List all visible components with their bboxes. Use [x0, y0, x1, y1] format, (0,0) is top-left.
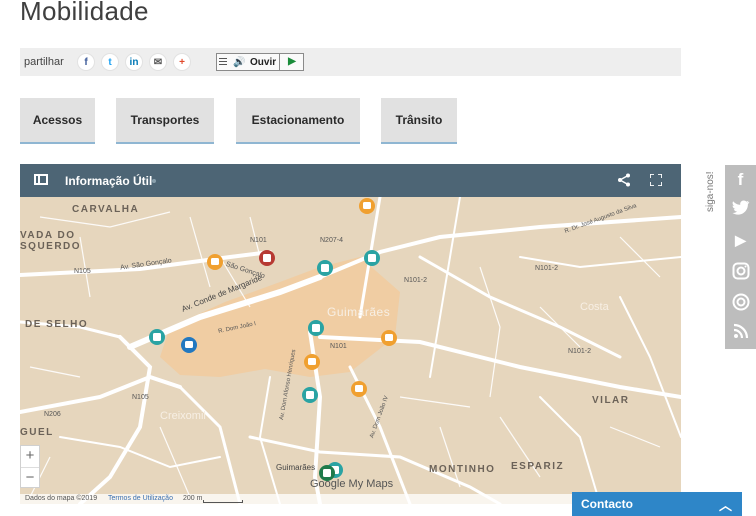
parking-pin[interactable] [259, 250, 275, 266]
road-label: N206 [44, 411, 61, 418]
place-label: MONTINHO [429, 464, 496, 475]
attribution-text: Dados do mapa ©2019 [25, 495, 98, 502]
tab-estacionamento[interactable]: Estacionamento [236, 98, 360, 144]
scale-bar [203, 500, 243, 503]
place-label: Guimarães [276, 463, 316, 472]
zoom-control: + − [20, 445, 40, 488]
place-label: SQUERDO [20, 241, 82, 252]
place-label: VADA DO [20, 230, 76, 241]
speaker-icon: 🔊 [233, 57, 246, 68]
tab-transito[interactable]: Trânsito [381, 98, 457, 144]
taxi-pin[interactable] [364, 250, 380, 266]
bus-stop-pin[interactable] [181, 337, 197, 353]
road-label: N105 [132, 394, 149, 401]
place-label: GUEL [20, 427, 54, 438]
contact-button[interactable]: Contacto ︿ [572, 492, 742, 516]
contact-label: Contacto [581, 497, 633, 511]
taxi-pin[interactable] [308, 320, 324, 336]
taxi-pin[interactable] [317, 260, 333, 276]
linkedin-icon[interactable]: in [125, 53, 143, 71]
map-view[interactable]: CARVALHA VADA DO SQUERDO DE SELHO GUEL M… [20, 197, 681, 504]
bus-pin[interactable] [351, 381, 367, 397]
chevron-up-icon: ︿ [718, 498, 732, 513]
twitter-icon[interactable]: t [101, 53, 119, 71]
email-icon[interactable]: ✉ [149, 53, 167, 71]
plus-icon[interactable]: + [173, 53, 191, 71]
place-label: DE SELHO [25, 319, 89, 330]
sidebar-toggle-icon[interactable] [34, 174, 48, 185]
zoom-out-button[interactable]: − [21, 468, 39, 488]
taxi-pin[interactable] [302, 387, 318, 403]
taxi-pin[interactable] [149, 329, 165, 345]
facebook-icon[interactable]: f [731, 170, 750, 189]
road-label: N101-2 [535, 265, 558, 272]
road-label: N101-2 [404, 277, 427, 284]
road-label: N101-2 [568, 348, 591, 355]
social-sidebar: f ▶ [725, 165, 756, 349]
bus-pin[interactable] [207, 254, 223, 270]
page-title: Mobilidade [20, 0, 149, 26]
rss-icon[interactable] [731, 323, 750, 342]
twitter-icon[interactable] [731, 200, 750, 219]
share-label: partilhar [24, 56, 64, 68]
bus-pin[interactable] [381, 330, 397, 346]
place-label: Guimarães [327, 305, 391, 319]
terms-link[interactable]: Termos de Utilização [108, 494, 173, 504]
bus-pin[interactable] [359, 198, 375, 214]
play-icon[interactable]: ▶ [279, 53, 304, 71]
listen-label: Ouvir [250, 57, 277, 68]
place-label: ESPARIZ [511, 461, 565, 472]
fullscreen-icon[interactable] [650, 174, 662, 186]
target-icon[interactable] [731, 293, 750, 312]
google-logo: Google My Maps [310, 478, 394, 490]
map-title: Informação Útil [65, 174, 153, 188]
menu-icon[interactable] [219, 58, 227, 67]
map-header: Informação Útil [20, 164, 681, 197]
place-label: Costa [580, 301, 609, 313]
place-label: Creixomil [160, 410, 206, 422]
instagram-icon[interactable] [731, 262, 750, 281]
follow-label: siga-nos! [705, 171, 716, 212]
tab-acessos[interactable]: Acessos [20, 98, 95, 144]
status-dot [152, 179, 156, 183]
road-label: N101 [250, 237, 267, 244]
tab-transportes[interactable]: Transportes [116, 98, 214, 144]
scale-label: 200 m [183, 495, 203, 502]
road-label: N105 [74, 268, 91, 275]
road-label: N207-4 [320, 237, 343, 244]
listen-button[interactable]: 🔊 Ouvir ▶ [216, 53, 304, 71]
youtube-icon[interactable]: ▶ [731, 231, 750, 250]
share-icon[interactable] [617, 173, 631, 187]
zoom-in-button[interactable]: + [21, 446, 39, 468]
share-bar: partilhar f t in ✉ + 🔊 Ouvir ▶ [20, 48, 681, 76]
facebook-icon[interactable]: f [77, 53, 95, 71]
place-label: CARVALHA [72, 204, 140, 215]
road-label: N101 [330, 343, 347, 350]
bus-pin[interactable] [304, 354, 320, 370]
place-label: VILAR [592, 395, 630, 406]
